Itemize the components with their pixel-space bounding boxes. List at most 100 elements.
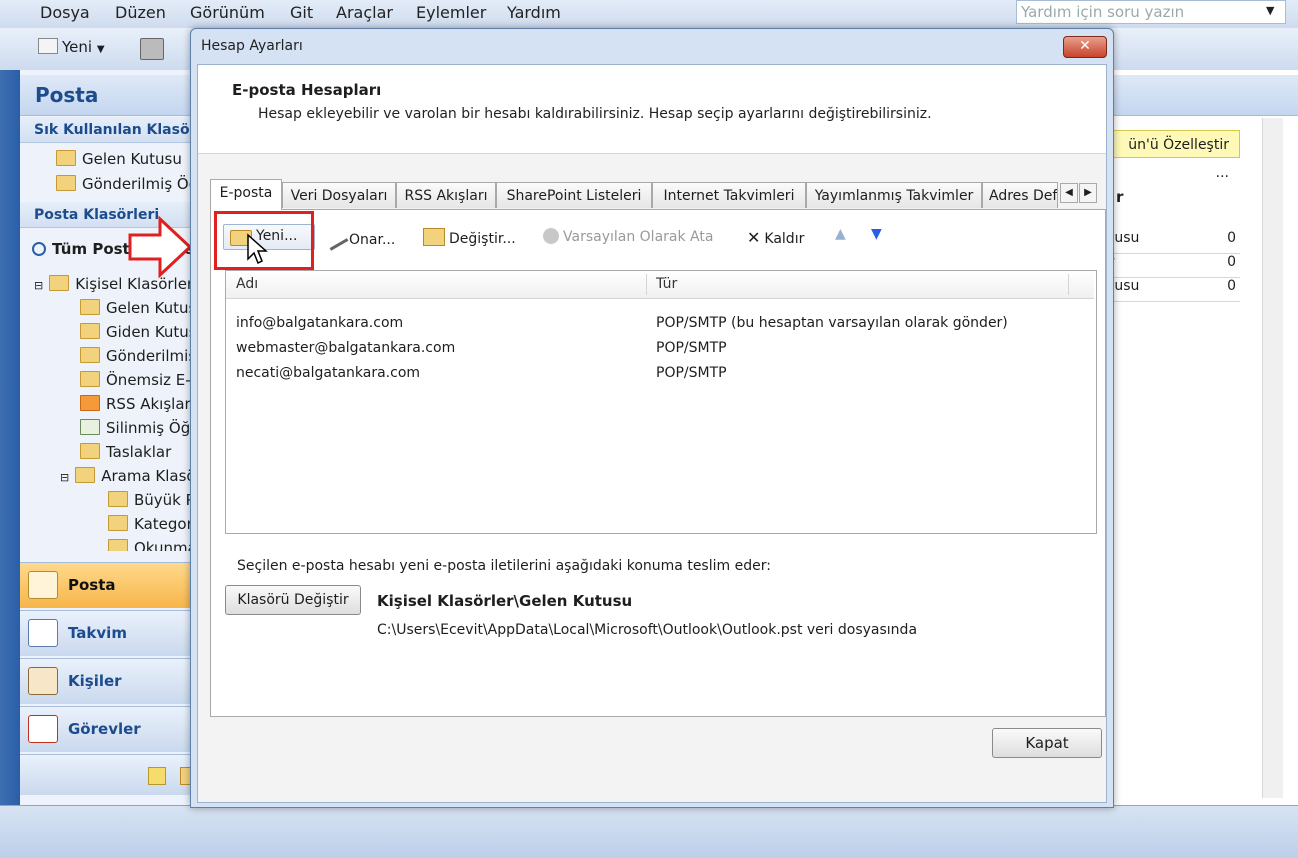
- nav-pane-title: Posta: [35, 83, 99, 107]
- notes-icon[interactable]: [148, 767, 166, 785]
- delivery-path: C:\Users\Ecevit\AppData\Local\Microsoft\…: [377, 622, 918, 638]
- search-folder-icon: [108, 491, 128, 507]
- new-mail-icon: [38, 38, 58, 54]
- folder-outbox[interactable]: Giden Kutusu: [80, 323, 206, 341]
- set-default-button[interactable]: Varsayılan Olarak Ata: [543, 228, 713, 245]
- account-list: Adı Tür info@balgatankara.com POP/SMTP (…: [225, 270, 1097, 534]
- chevron-left-icon[interactable]: ◀: [1060, 183, 1078, 203]
- folder-inbox[interactable]: Gelen Kutusu: [80, 299, 206, 317]
- stats-row[interactable]: utusu 0: [1100, 278, 1240, 302]
- new-item-label: Yeni: [62, 38, 93, 56]
- search-folder-icon: [75, 467, 96, 483]
- collapse-icon[interactable]: ⊟: [60, 471, 69, 484]
- window-edge: [0, 70, 20, 857]
- menu-duzen[interactable]: Düzen: [115, 3, 166, 22]
- menu-dosya[interactable]: Dosya: [40, 3, 90, 22]
- favorite-inbox[interactable]: Gelen Kutusu: [56, 150, 182, 168]
- menu-araclar[interactable]: Araçlar: [336, 3, 393, 22]
- print-icon[interactable]: [140, 38, 164, 60]
- delivery-description: Seçilen e-posta hesabı yeni e-posta ilet…: [237, 558, 771, 574]
- stats-header: r: [1116, 188, 1124, 206]
- tab-internet-calendars[interactable]: Internet Takvimleri: [652, 182, 806, 208]
- change-folder-button[interactable]: Klasörü Değiştir: [225, 585, 361, 615]
- account-name: necati@balgatankara.com: [236, 365, 421, 381]
- change-button[interactable]: Değiştir...: [423, 228, 516, 247]
- account-settings-dialog: Hesap Ayarları ✕ E-posta Hesapları Hesap…: [190, 28, 1114, 808]
- account-type: POP/SMTP: [656, 340, 727, 356]
- chevron-down-icon[interactable]: ▼: [97, 44, 105, 55]
- dialog-heading: E-posta Hesapları: [232, 81, 382, 99]
- chevron-right-icon[interactable]: ▶: [1079, 183, 1097, 203]
- tasks-icon: [28, 715, 58, 743]
- remove-button[interactable]: ✕ Kaldır: [747, 228, 804, 247]
- tab-panel: Yeni... Onar... Değiştir... Varsayılan O…: [210, 209, 1106, 717]
- tab-rss-feeds[interactable]: RSS Akışları: [396, 182, 496, 208]
- change-icon: [423, 228, 445, 246]
- dialog-header: E-posta Hesapları Hesap ekleyebilir ve v…: [198, 65, 1106, 154]
- tab-scroll: ◀ ▶: [1060, 183, 1098, 203]
- chevron-down-icon[interactable]: ▼: [1266, 4, 1274, 17]
- account-row[interactable]: info@balgatankara.com POP/SMTP (bu hesap…: [226, 311, 1094, 336]
- contacts-icon: [28, 667, 58, 695]
- outbox-icon: [80, 323, 100, 339]
- dialog-title: Hesap Ayarları: [201, 38, 303, 54]
- mail-icon: [28, 571, 58, 599]
- account-list-header: Adı Tür: [226, 271, 1094, 299]
- dialog-body: E-posta Hesapları Hesap ekleyebilir ve v…: [197, 64, 1107, 803]
- help-search-input[interactable]: Yardım için soru yazın: [1016, 0, 1286, 24]
- close-button[interactable]: Kapat: [992, 728, 1102, 758]
- stats-row[interactable]: ar0: [1100, 254, 1240, 278]
- checkmark-icon: [543, 228, 559, 244]
- personal-folders-icon: [49, 275, 70, 291]
- wrench-icon: [321, 224, 349, 251]
- column-separator: [646, 274, 647, 295]
- collapse-icon[interactable]: ⊟: [34, 279, 43, 292]
- tab-data-files[interactable]: Veri Dosyaları: [282, 182, 396, 208]
- sent-items-icon: [80, 347, 100, 363]
- search-folder-icon: [108, 539, 128, 551]
- column-type-header[interactable]: Tür: [656, 276, 677, 292]
- tab-address-books[interactable]: Adres Defterleri: [982, 182, 1058, 208]
- search-folder-icon: [108, 515, 128, 531]
- drafts-icon: [80, 443, 100, 459]
- move-up-icon[interactable]: ▲: [835, 226, 846, 242]
- tab-sharepoint-lists[interactable]: SharePoint Listeleri: [496, 182, 652, 208]
- account-name: info@balgatankara.com: [236, 315, 404, 331]
- dialog-description: Hesap ekleyebilir ve varolan bir hesabı …: [258, 106, 932, 122]
- tab-email[interactable]: E-posta: [210, 179, 282, 210]
- folder-rss[interactable]: RSS Akışları: [80, 395, 195, 413]
- stats-row[interactable]: utusu 0: [1100, 230, 1240, 254]
- calendar-icon: [28, 619, 58, 647]
- account-type: POP/SMTP (bu hesaptan varsayılan olarak …: [656, 315, 1008, 331]
- sent-items-icon: [56, 175, 76, 191]
- move-down-icon[interactable]: ▼: [871, 226, 882, 242]
- search-icon: [32, 242, 46, 256]
- red-arrow-annotation: [128, 215, 193, 279]
- menu-gorunum[interactable]: Görünüm: [190, 3, 265, 22]
- folder-drafts[interactable]: Taslaklar: [80, 443, 171, 461]
- status-bar: [0, 805, 1298, 858]
- mouse-cursor-icon: [247, 233, 268, 265]
- inbox-icon: [80, 299, 100, 315]
- account-type: POP/SMTP: [656, 365, 727, 381]
- new-item-button[interactable]: Yeni ▼: [38, 38, 105, 56]
- column-name-header[interactable]: Adı: [236, 276, 258, 292]
- close-icon: ✕: [747, 228, 761, 247]
- rss-icon: [80, 395, 100, 411]
- repair-button[interactable]: Onar...: [321, 224, 395, 251]
- close-icon[interactable]: ✕: [1063, 36, 1107, 58]
- menu-git[interactable]: Git: [290, 3, 313, 22]
- menu-yardim[interactable]: Yardım: [507, 3, 561, 22]
- column-separator: [1068, 274, 1069, 295]
- vertical-scrollbar[interactable]: [1262, 118, 1283, 798]
- customize-outlook-today-link[interactable]: ün'ü Özelleştir ...: [1112, 130, 1240, 181]
- trash-icon: [80, 419, 100, 435]
- delivery-folder: Kişisel Klasörler\Gelen Kutusu: [377, 592, 633, 610]
- menu-eylemler[interactable]: Eylemler: [416, 3, 486, 22]
- junk-mail-icon: [80, 371, 100, 387]
- account-row[interactable]: necati@balgatankara.com POP/SMTP: [226, 361, 1094, 386]
- account-name: webmaster@balgatankara.com: [236, 340, 456, 356]
- tab-published-calendars[interactable]: Yayımlanmış Takvimler: [806, 182, 982, 208]
- account-row[interactable]: webmaster@balgatankara.com POP/SMTP: [226, 336, 1094, 361]
- inbox-icon: [56, 150, 76, 166]
